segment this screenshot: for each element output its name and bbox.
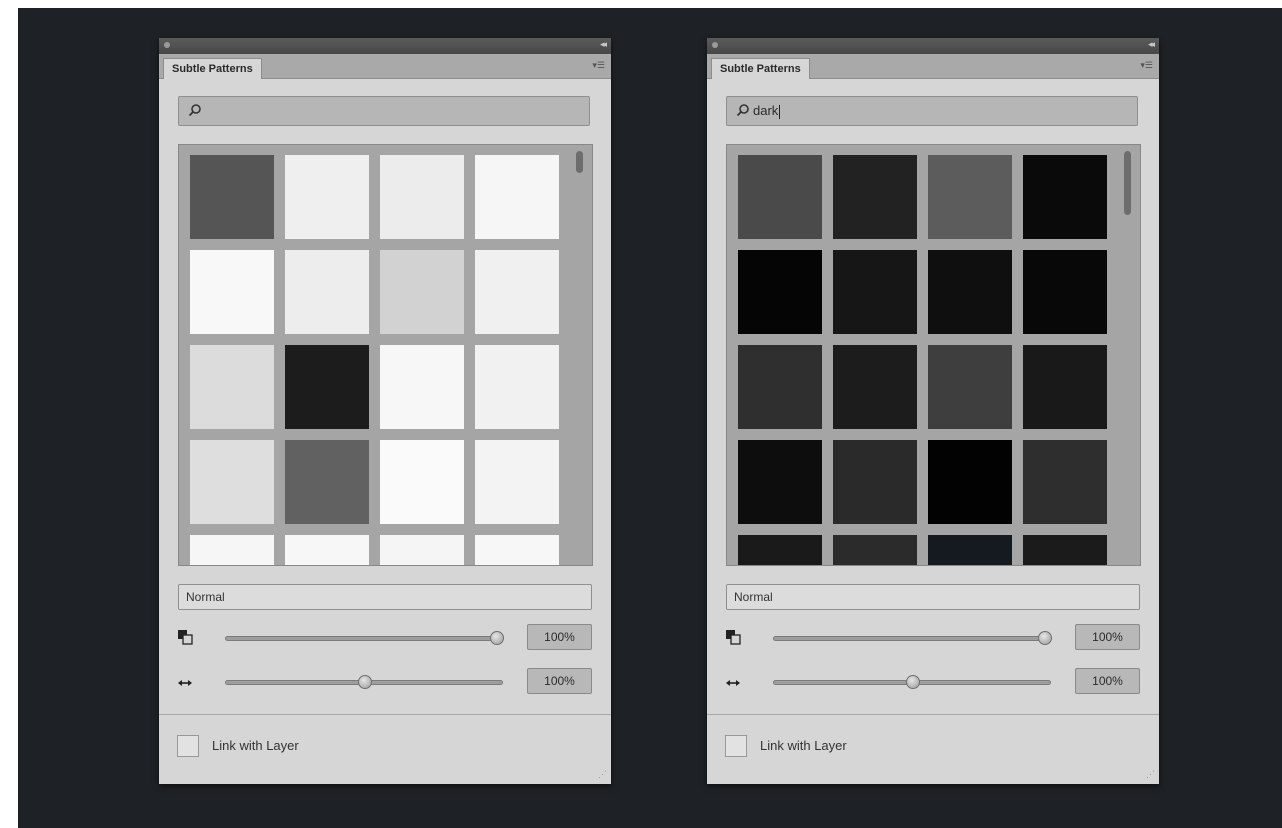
pattern-tile[interactable] [928, 345, 1012, 429]
pattern-tile[interactable] [475, 535, 559, 565]
scale-slider-handle[interactable] [906, 675, 920, 689]
collapse-icon[interactable]: ◂◂ [1148, 39, 1155, 50]
pattern-tile[interactable] [190, 535, 274, 565]
blend-mode-select[interactable]: Normal [726, 584, 1140, 610]
opacity-slider-handle[interactable] [1038, 631, 1052, 645]
pattern-grid[interactable] [178, 144, 593, 566]
opacity-icon [726, 630, 741, 645]
pattern-tile[interactable] [928, 250, 1012, 334]
pattern-tile[interactable] [738, 535, 822, 565]
pattern-tile[interactable] [928, 440, 1012, 524]
scale-arrows-icon [726, 680, 740, 686]
tab-subtle-patterns[interactable]: Subtle Patterns [163, 58, 262, 79]
pattern-tile[interactable] [475, 345, 559, 429]
pattern-tile[interactable] [833, 250, 917, 334]
subtle-patterns-panel-default: ◂◂ Subtle Patterns ▾☰ Normal 100% 100% L… [159, 38, 611, 784]
pattern-tile[interactable] [928, 535, 1012, 565]
collapse-icon[interactable]: ◂◂ [600, 39, 607, 50]
search-icon [736, 104, 749, 117]
pattern-tile[interactable] [380, 250, 464, 334]
pattern-tile[interactable] [738, 155, 822, 239]
divider [707, 714, 1159, 715]
pattern-tile[interactable] [190, 250, 274, 334]
search-value: dark [753, 103, 781, 119]
pattern-grid[interactable] [726, 144, 1141, 566]
opacity-slider-handle[interactable] [490, 631, 504, 645]
pattern-tile[interactable] [1023, 535, 1107, 565]
opacity-icon [178, 630, 193, 645]
pattern-tile[interactable] [285, 440, 369, 524]
pattern-tile[interactable] [190, 345, 274, 429]
opacity-slider[interactable] [225, 631, 504, 645]
opacity-slider[interactable] [773, 631, 1052, 645]
close-icon[interactable] [164, 42, 170, 48]
scale-slider[interactable] [225, 675, 503, 689]
pattern-tile[interactable] [190, 440, 274, 524]
pattern-tile[interactable] [475, 440, 559, 524]
search-input[interactable]: dark [726, 96, 1138, 126]
search-input[interactable] [178, 96, 590, 126]
pattern-tile[interactable] [285, 345, 369, 429]
pattern-tile[interactable] [833, 535, 917, 565]
scale-slider[interactable] [773, 675, 1051, 689]
pattern-tile[interactable] [1023, 250, 1107, 334]
panel-menu-icon[interactable]: ▾☰ [592, 60, 605, 71]
scrollbar-thumb[interactable] [576, 151, 583, 173]
panel-tabstrip: Subtle Patterns ▾☰ [159, 54, 611, 79]
search-text: dark [753, 103, 779, 118]
close-icon[interactable] [712, 42, 718, 48]
pattern-tile[interactable] [475, 155, 559, 239]
pattern-tile[interactable] [380, 535, 464, 565]
resize-grip-icon[interactable]: ⋰ [598, 769, 607, 780]
resize-grip-icon[interactable]: ⋰ [1146, 769, 1155, 780]
pattern-tile[interactable] [833, 440, 917, 524]
pattern-tile[interactable] [285, 155, 369, 239]
pattern-tile[interactable] [928, 155, 1012, 239]
scrollbar-thumb[interactable] [1124, 151, 1131, 215]
blend-mode-select[interactable]: Normal [178, 584, 592, 610]
link-with-layer-checkbox[interactable] [177, 735, 199, 757]
scale-slider-handle[interactable] [358, 675, 372, 689]
text-caret [779, 104, 781, 119]
panel-tabstrip: Subtle Patterns ▾☰ [707, 54, 1159, 79]
pattern-tile[interactable] [190, 155, 274, 239]
pattern-tile[interactable] [1023, 345, 1107, 429]
link-with-layer-checkbox[interactable] [725, 735, 747, 757]
scale-arrows-icon [178, 680, 192, 686]
pattern-tile[interactable] [833, 345, 917, 429]
panel-titlebar[interactable]: ◂◂ [707, 38, 1159, 54]
opacity-value[interactable]: 100% [527, 624, 592, 650]
subtle-patterns-panel-search: ◂◂ Subtle Patterns ▾☰ dark Normal 100% 1… [707, 38, 1159, 784]
pattern-tile[interactable] [833, 155, 917, 239]
pattern-tile[interactable] [380, 155, 464, 239]
pattern-tile[interactable] [1023, 440, 1107, 524]
scale-value[interactable]: 100% [527, 668, 592, 694]
pattern-tile[interactable] [475, 250, 559, 334]
opacity-value[interactable]: 100% [1075, 624, 1140, 650]
pattern-tile[interactable] [285, 535, 369, 565]
link-with-layer-label: Link with Layer [760, 738, 847, 753]
search-icon [188, 104, 201, 117]
link-with-layer-label: Link with Layer [212, 738, 299, 753]
tab-subtle-patterns[interactable]: Subtle Patterns [711, 58, 810, 79]
panel-titlebar[interactable]: ◂◂ [159, 38, 611, 54]
divider [159, 714, 611, 715]
pattern-tile[interactable] [1023, 155, 1107, 239]
scale-value[interactable]: 100% [1075, 668, 1140, 694]
pattern-tile[interactable] [738, 345, 822, 429]
pattern-tile[interactable] [380, 345, 464, 429]
panel-menu-icon[interactable]: ▾☰ [1140, 60, 1153, 71]
pattern-tile[interactable] [738, 250, 822, 334]
pattern-tile[interactable] [380, 440, 464, 524]
pattern-tile[interactable] [738, 440, 822, 524]
pattern-tile[interactable] [285, 250, 369, 334]
